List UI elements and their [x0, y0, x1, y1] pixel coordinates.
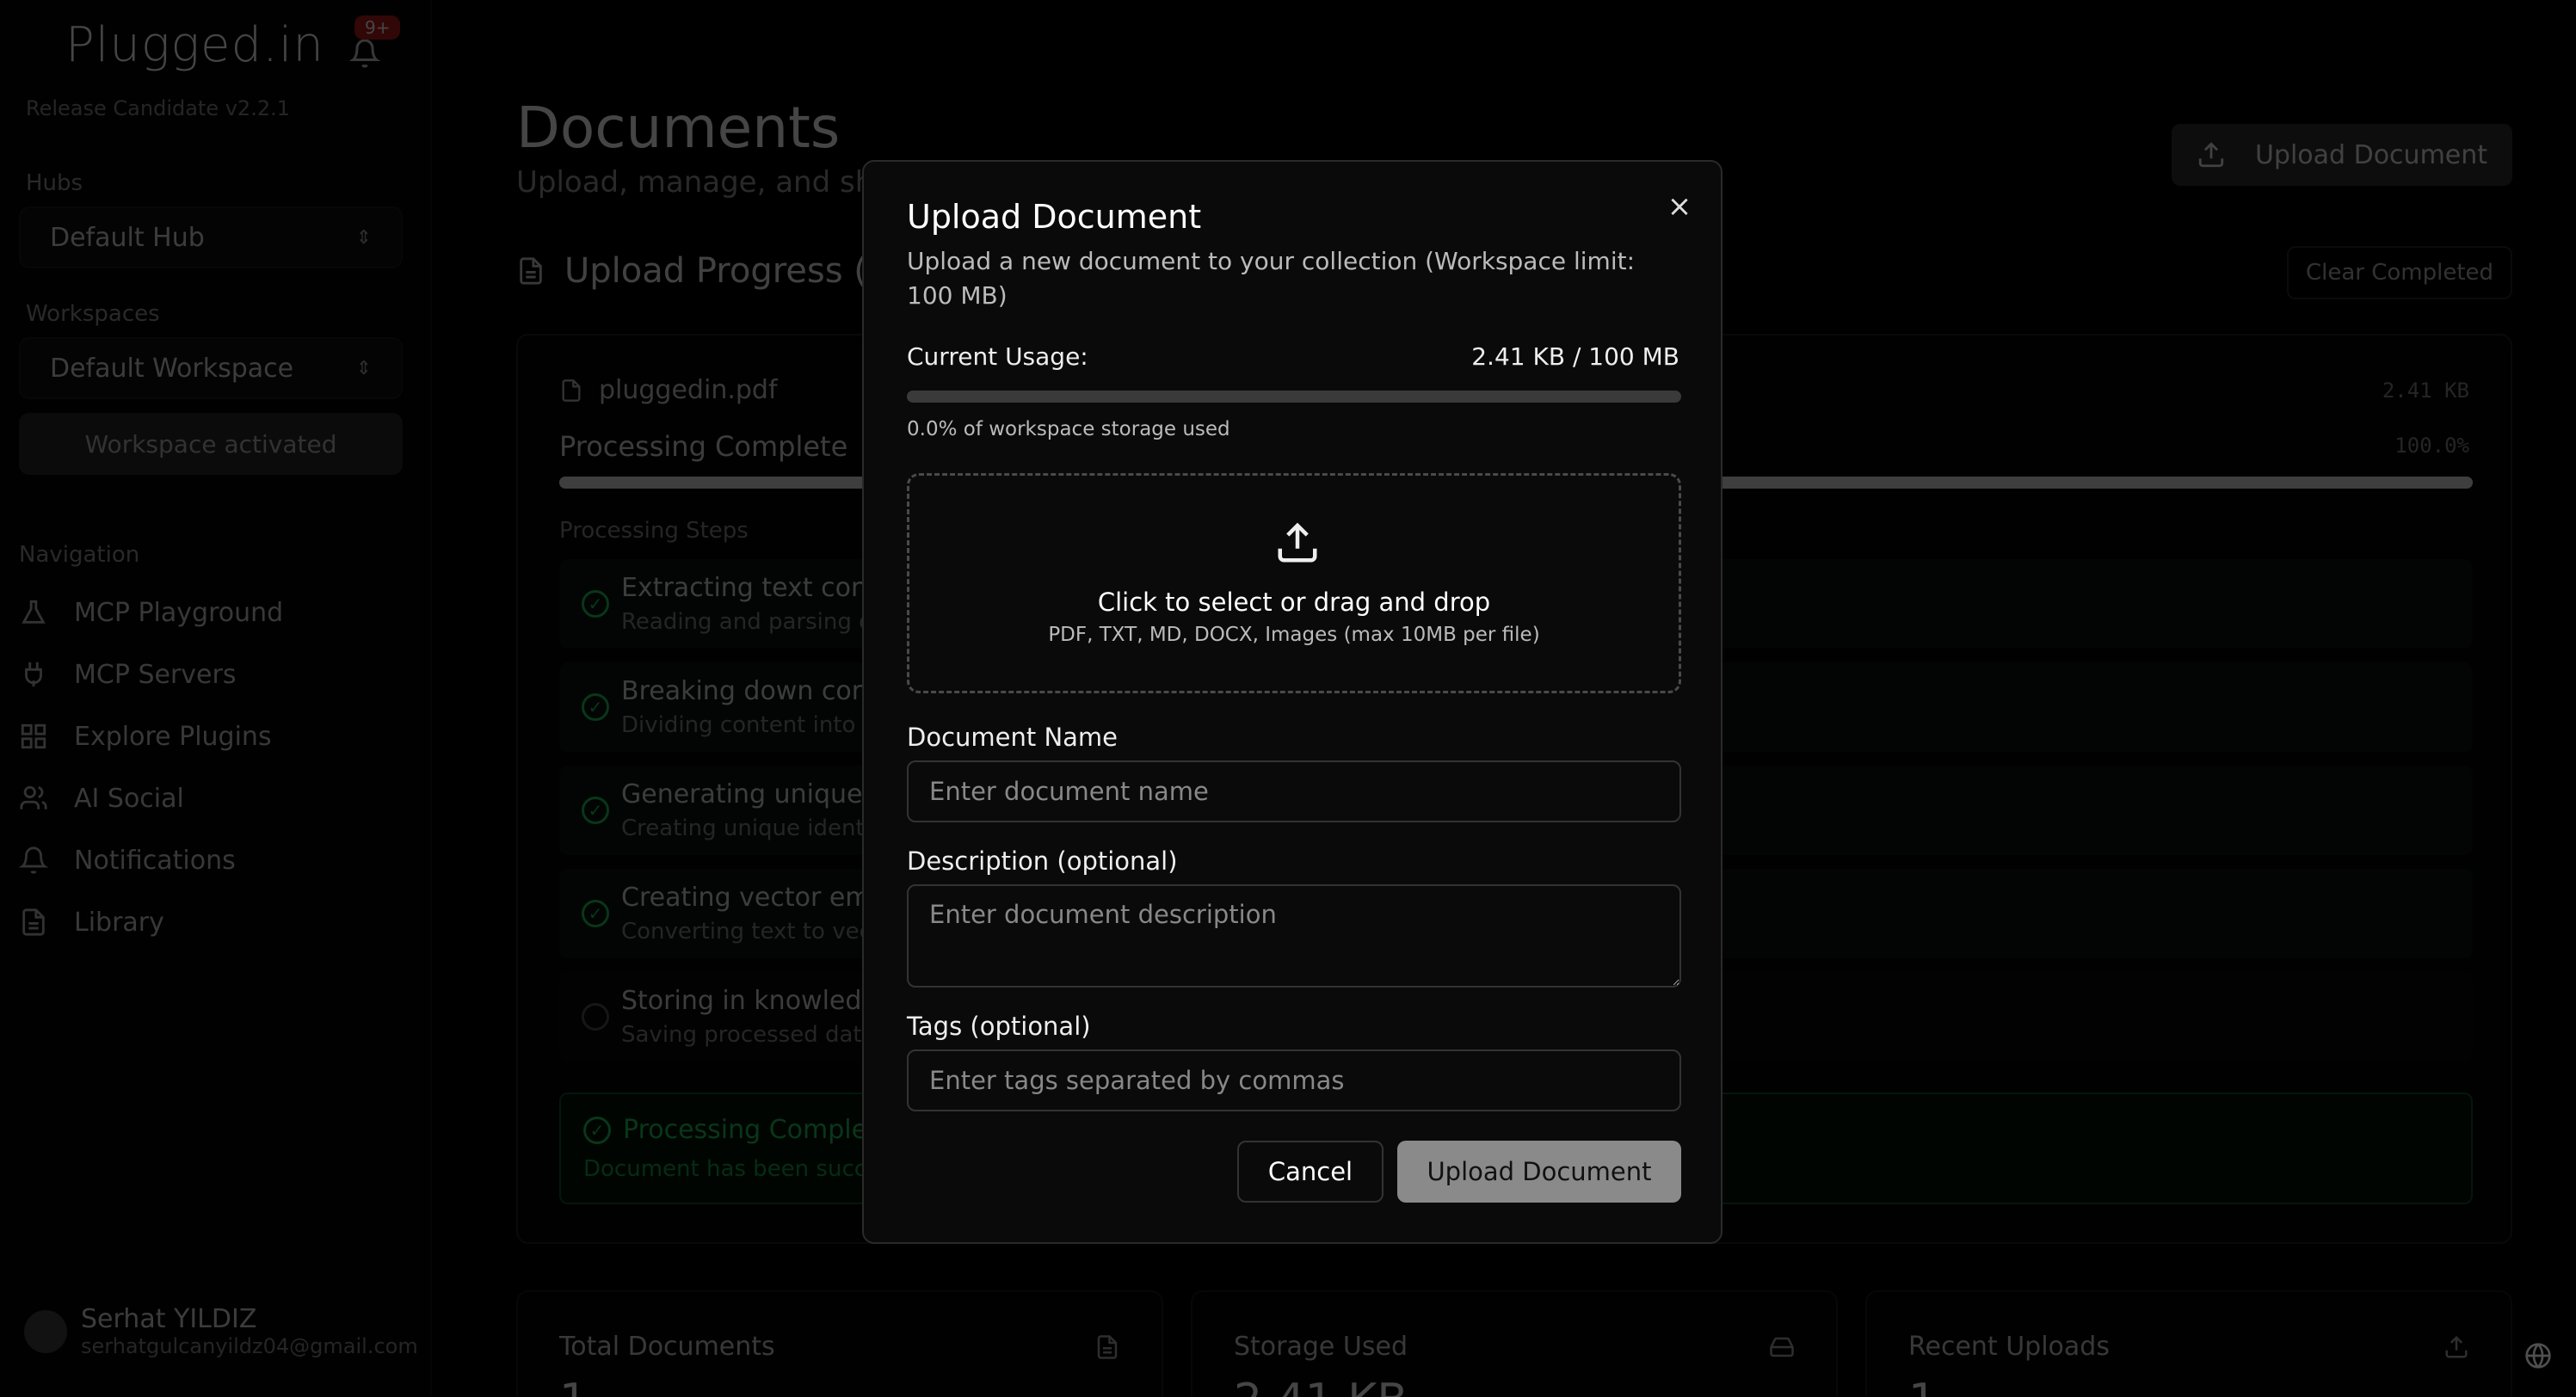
- dropzone-hint: PDF, TXT, MD, DOCX, Images (max 10MB per…: [1048, 624, 1540, 646]
- cancel-button[interactable]: Cancel: [1237, 1141, 1384, 1203]
- current-usage-value: 2.41 KB / 100 MB: [1471, 342, 1679, 371]
- close-icon[interactable]: ×: [1664, 191, 1695, 222]
- tags-input[interactable]: [907, 1049, 1681, 1111]
- tags-label: Tags (optional): [907, 1012, 1091, 1041]
- dialog-title: Upload Document: [907, 198, 1202, 236]
- upload-document-submit-button[interactable]: Upload Document: [1397, 1141, 1681, 1203]
- upload-icon: [1278, 522, 1317, 563]
- dropzone-instruction: Click to select or drag and drop: [1097, 588, 1491, 617]
- current-usage-label: Current Usage:: [907, 342, 1088, 371]
- storage-usage-bar: [907, 391, 1681, 403]
- upload-document-dialog: × Upload Document Upload a new document …: [862, 160, 1722, 1244]
- storage-usage-percent: 0.0% of workspace storage used: [907, 418, 1230, 440]
- file-dropzone[interactable]: Click to select or drag and drop PDF, TX…: [907, 473, 1681, 693]
- document-name-label: Document Name: [907, 723, 1119, 752]
- dialog-subtitle: Upload a new document to your collection…: [907, 247, 1636, 310]
- document-name-input[interactable]: [907, 760, 1681, 822]
- description-label: Description (optional): [907, 846, 1178, 876]
- description-textarea[interactable]: [907, 884, 1681, 988]
